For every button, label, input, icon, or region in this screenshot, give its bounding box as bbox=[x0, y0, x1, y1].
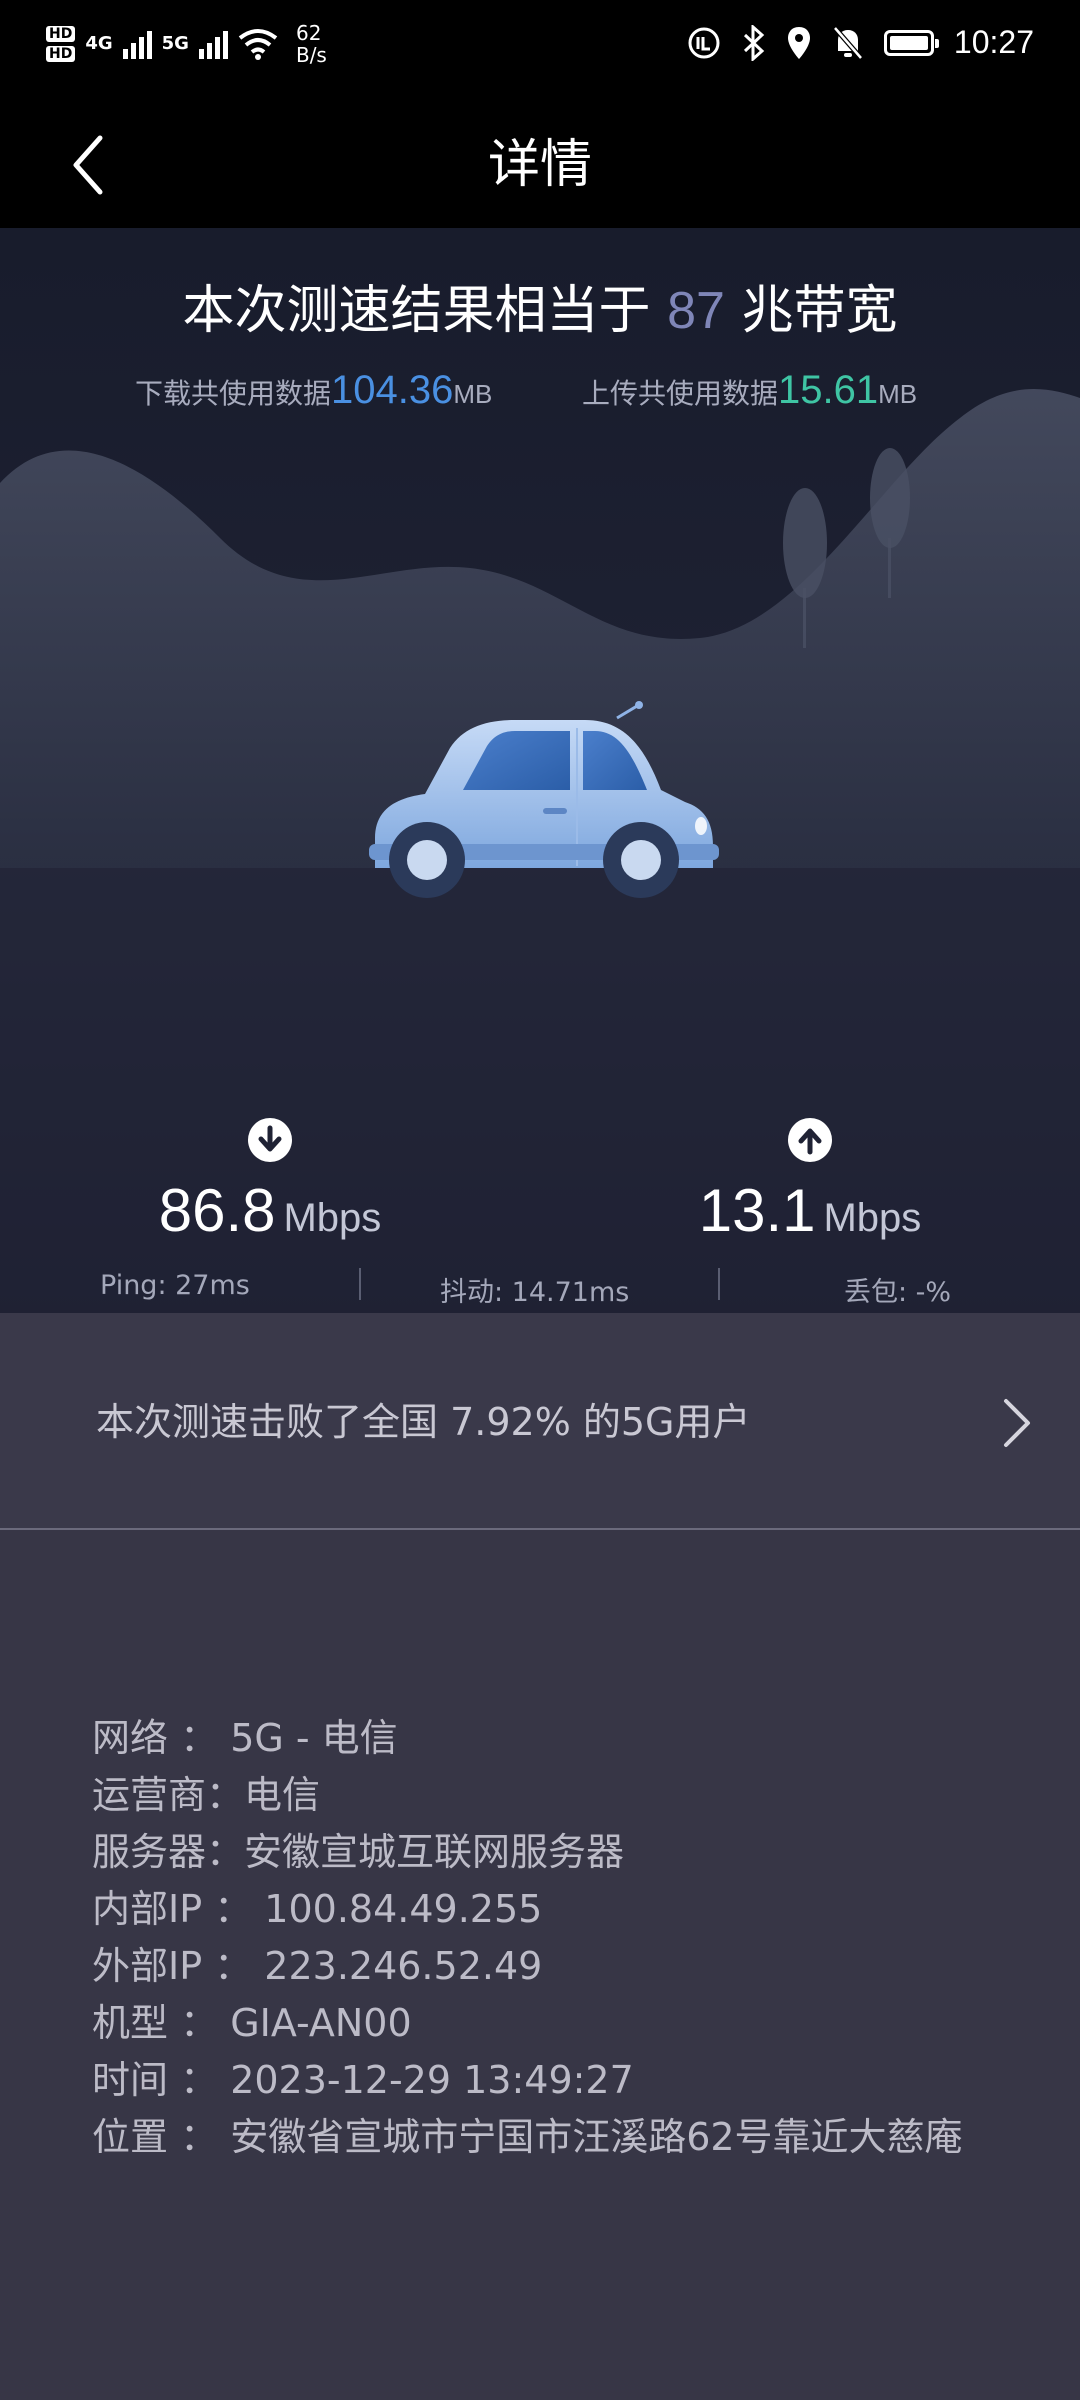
data-saver-icon bbox=[688, 27, 720, 58]
info-value: 电信 bbox=[244, 1773, 321, 1817]
info-row: 时间 ： 2023-12-29 13:49:27 bbox=[92, 2052, 1012, 2109]
mute-icon bbox=[833, 25, 863, 60]
info-row: 运营商：电信 bbox=[92, 1767, 1012, 1824]
upload-usage-label: 上传共使用数据 bbox=[582, 377, 779, 410]
info-value: GIA-AN00 bbox=[230, 2001, 412, 2045]
info-value: 100.84.49.255 bbox=[264, 1887, 543, 1931]
status-right: 10:27 bbox=[686, 24, 1034, 61]
result-prefix: 本次测速结果相当于 bbox=[182, 281, 651, 341]
download-usage-label: 下载共使用数据 bbox=[135, 377, 332, 410]
info-label: 内部IP bbox=[92, 1887, 203, 1931]
network-type-1: 4G bbox=[85, 33, 113, 54]
info-row: 机型 ： GIA-AN00 bbox=[92, 1995, 1012, 2052]
hd-icon: HD HD bbox=[46, 26, 76, 62]
info-separator: ： bbox=[206, 1773, 245, 1817]
signal-icon bbox=[122, 29, 152, 59]
download-usage: 下载共使用数据104.36MB bbox=[135, 368, 492, 413]
rank-text: 本次测速击败了全国 7.92% 的5G用户 bbox=[96, 1400, 751, 1444]
info-label: 运营商 bbox=[92, 1773, 207, 1817]
ping-stat: Ping: 27ms bbox=[100, 1270, 250, 1301]
download-usage-unit: MB bbox=[453, 379, 493, 409]
upload-usage: 上传共使用数据15.61MB bbox=[582, 368, 917, 413]
tree-shape-2 bbox=[870, 448, 910, 548]
car-illustration bbox=[369, 701, 719, 898]
info-label: 位置 bbox=[92, 2115, 169, 2159]
download-value: 86.8 bbox=[158, 1177, 276, 1244]
app-header: 详情 bbox=[0, 100, 1080, 228]
download-speed: 86.8 Mbps bbox=[70, 1118, 470, 1245]
upload-arrow-icon bbox=[788, 1118, 832, 1162]
bandwidth-result: 本次测速结果相当于 87 兆带宽 bbox=[0, 268, 1080, 343]
info-label: 网络 bbox=[92, 1716, 169, 1760]
status-left: HD HD 4G 5G 62 B/s bbox=[46, 22, 327, 66]
info-separator: ： bbox=[168, 1716, 231, 1760]
network-info-list: 网络 ： 5G - 电信 运营商：电信 服务器：安徽宣城互联网服务器 内部IP ： 1… bbox=[92, 1710, 1012, 2166]
upload-usage-value: 15.61 bbox=[778, 368, 879, 412]
clock: 10:27 bbox=[953, 24, 1034, 60]
network-stats: Ping: 27ms 抖动: 14.71ms 丢包: -% bbox=[0, 1268, 1080, 1308]
info-label: 机型 bbox=[92, 2001, 169, 2045]
page-title: 详情 bbox=[487, 135, 592, 195]
wifi-icon bbox=[238, 29, 278, 60]
info-label: 外部IP bbox=[92, 1944, 203, 1988]
bluetooth-icon bbox=[743, 24, 765, 61]
net-speed: 62 B/s bbox=[296, 22, 327, 66]
download-usage-value: 104.36 bbox=[331, 368, 454, 412]
jitter-stat: 抖动: 14.71ms bbox=[440, 1277, 630, 1308]
upload-usage-unit: MB bbox=[878, 379, 918, 409]
info-row: 外部IP ： 223.246.52.49 bbox=[92, 1938, 1012, 1995]
upload-speed-value: 13.1 Mbps bbox=[610, 1176, 1010, 1245]
chevron-right-icon bbox=[1004, 1399, 1030, 1447]
network-type-2: 5G bbox=[161, 33, 189, 54]
info-value: 安徽宣城互联网服务器 bbox=[244, 1830, 625, 1874]
packet-loss-stat: 丢包: -% bbox=[844, 1277, 952, 1308]
net-speed-value: 62 bbox=[295, 21, 322, 45]
screen: HD HD 4G 5G 62 B/s 10:27 详情 本次测速结果相当于 87… bbox=[0, 0, 1080, 2400]
status-bar: HD HD 4G 5G 62 B/s 10:27 bbox=[0, 0, 1080, 100]
net-speed-unit: B/s bbox=[295, 43, 327, 67]
result-suffix: 兆带宽 bbox=[741, 281, 898, 341]
info-row: 内部IP ： 100.84.49.255 bbox=[92, 1881, 1012, 1938]
signal-icon-2 bbox=[198, 29, 228, 59]
upload-unit: Mbps bbox=[823, 1196, 922, 1240]
info-separator: ： bbox=[206, 1830, 245, 1874]
upload-speed: 13.1 Mbps bbox=[610, 1118, 1010, 1245]
info-value: 2023-12-29 13:49:27 bbox=[230, 2058, 634, 2102]
info-value: 223.246.52.49 bbox=[264, 1944, 543, 1988]
download-speed-value: 86.8 Mbps bbox=[70, 1176, 470, 1245]
info-row: 位置 ： 安徽省宣城市宁国市汪溪路62号靠近大慈庵 bbox=[92, 2109, 1012, 2166]
download-arrow-icon bbox=[248, 1118, 292, 1162]
stats-divider bbox=[718, 1268, 720, 1300]
info-separator: ： bbox=[168, 2001, 231, 2045]
location-icon bbox=[787, 26, 810, 59]
speed-result-panel: 本次测速结果相当于 87 兆带宽 下载共使用数据104.36MB 上传共使用数据… bbox=[0, 228, 1080, 1313]
info-separator: ： bbox=[168, 2115, 231, 2159]
info-value: 安徽省宣城市宁国市汪溪路62号靠近大慈庵 bbox=[230, 2115, 963, 2159]
battery-icon bbox=[883, 29, 939, 56]
stats-divider bbox=[359, 1268, 361, 1300]
bandwidth-value: 87 bbox=[667, 282, 725, 340]
rank-row[interactable]: 本次测速击败了全国 7.92% 的5G用户 bbox=[0, 1313, 1080, 1530]
tree-shape bbox=[783, 488, 827, 598]
info-label: 服务器 bbox=[92, 1830, 207, 1874]
info-separator: ： bbox=[202, 1944, 265, 1988]
info-row: 服务器：安徽宣城互联网服务器 bbox=[92, 1824, 1012, 1881]
info-value: 5G - 电信 bbox=[230, 1716, 398, 1760]
info-separator: ： bbox=[168, 2058, 231, 2102]
download-unit: Mbps bbox=[283, 1196, 382, 1240]
info-label: 时间 bbox=[92, 2058, 169, 2102]
battery-level bbox=[889, 35, 928, 50]
info-separator: ： bbox=[202, 1887, 265, 1931]
upload-value: 13.1 bbox=[698, 1177, 816, 1244]
info-row: 网络 ： 5G - 电信 bbox=[92, 1710, 1012, 1767]
